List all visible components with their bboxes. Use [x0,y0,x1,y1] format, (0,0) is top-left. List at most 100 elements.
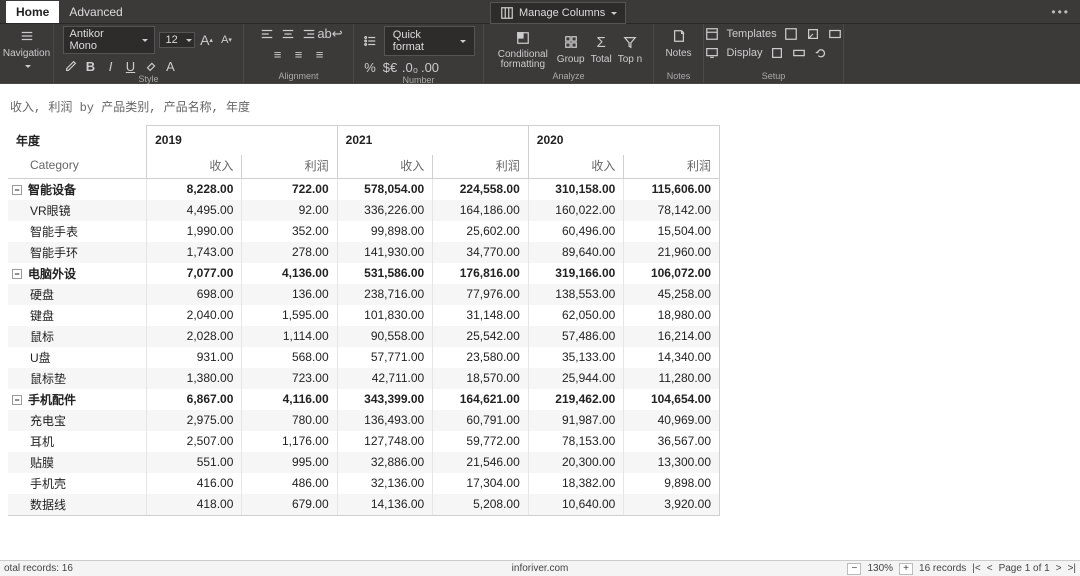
cell[interactable]: 18,382.00 [528,473,624,494]
refresh-icon[interactable] [813,45,829,61]
cell[interactable]: 780.00 [242,410,337,431]
cell[interactable]: 238,716.00 [337,284,433,305]
cell[interactable]: 1,595.00 [242,305,337,326]
valign-mid-icon[interactable]: ≡ [291,46,307,62]
cell[interactable]: 89,640.00 [528,242,624,263]
list-icon[interactable] [362,33,378,49]
table-row[interactable]: 硬盘698.00136.00238,716.0077,976.00138,553… [8,284,720,305]
cell[interactable]: 14,136.00 [337,494,433,516]
layout1-icon[interactable] [783,26,799,42]
italic-icon[interactable]: I [103,58,119,74]
wrap-text-icon[interactable]: ab↩ [322,26,338,42]
cell[interactable]: 176,816.00 [433,263,529,284]
cell[interactable]: 278.00 [242,242,337,263]
page-prev-button[interactable]: < [987,563,993,574]
templates-button[interactable]: Templates [726,28,776,40]
cell[interactable]: 160,022.00 [528,200,624,221]
cell[interactable]: 45,258.00 [624,284,720,305]
table-row[interactable]: 智能手表1,990.00352.0099,898.0025,602.0060,4… [8,221,720,242]
fill-color-icon[interactable] [143,58,159,74]
cell[interactable]: 1,114.00 [242,326,337,347]
cell[interactable]: 14,340.00 [624,347,720,368]
cell[interactable]: 115,606.00 [624,178,720,200]
cell[interactable]: 679.00 [242,494,337,516]
cell[interactable]: 310,158.00 [528,178,624,200]
cell[interactable]: 2,028.00 [147,326,242,347]
cell[interactable]: 36,567.00 [624,431,720,452]
more-menu[interactable]: ••• [1051,5,1070,19]
cell[interactable]: 21,546.00 [433,452,529,473]
manage-columns-button[interactable]: Manage Columns [490,2,626,24]
cell[interactable]: 136.00 [242,284,337,305]
cell[interactable]: 90,558.00 [337,326,433,347]
cell[interactable]: 336,226.00 [337,200,433,221]
font-select[interactable]: Antikor Mono [63,26,155,54]
cell[interactable]: 31,148.00 [433,305,529,326]
cell[interactable]: 4,495.00 [147,200,242,221]
valign-bot-icon[interactable]: ≡ [312,46,328,62]
layout2-icon[interactable] [805,26,821,42]
cell[interactable]: 578,054.00 [337,178,433,200]
notes-button[interactable]: Notes [665,26,691,59]
cell[interactable]: 60,791.00 [433,410,529,431]
cell[interactable]: 127,748.00 [337,431,433,452]
cell[interactable]: 23,580.00 [433,347,529,368]
cell[interactable]: 219,462.00 [528,389,624,410]
cell[interactable]: 343,399.00 [337,389,433,410]
cell[interactable]: 104,654.00 [624,389,720,410]
table-row[interactable]: 数据线418.00679.0014,136.005,208.0010,640.0… [8,494,720,516]
table-row[interactable]: 充电宝2,975.00780.00136,493.0060,791.0091,9… [8,410,720,431]
cell[interactable]: 723.00 [242,368,337,389]
underline-icon[interactable]: U [123,58,139,74]
cell[interactable]: 91,987.00 [528,410,624,431]
cell[interactable]: 1,743.00 [147,242,242,263]
align-right-icon[interactable] [301,26,317,42]
topn-button[interactable]: Top n [618,32,642,65]
cell[interactable]: 16,214.00 [624,326,720,347]
cell[interactable]: 4,136.00 [242,263,337,284]
cell[interactable]: 2,507.00 [147,431,242,452]
cell[interactable]: 32,136.00 [337,473,433,494]
display-button[interactable]: Display [726,47,762,59]
font-color-icon[interactable]: A [163,58,179,74]
table-row[interactable]: 贴膜551.00995.0032,886.0021,546.0020,300.0… [8,452,720,473]
cell[interactable]: 568.00 [242,347,337,368]
cell[interactable]: 18,980.00 [624,305,720,326]
fontsize-select[interactable]: 12 [159,32,195,48]
cell[interactable]: 698.00 [147,284,242,305]
decimal-inc-icon[interactable]: .00 [422,59,438,75]
cell[interactable]: 8,228.00 [147,178,242,200]
percent-icon[interactable]: % [362,59,378,75]
align-center-icon[interactable] [280,26,296,42]
cell[interactable]: 57,771.00 [337,347,433,368]
cell[interactable]: 15,504.00 [624,221,720,242]
page-last-button[interactable]: >| [1068,563,1076,574]
cell[interactable]: 416.00 [147,473,242,494]
cell[interactable]: 4,116.00 [242,389,337,410]
table-row[interactable]: −智能设备8,228.00722.00578,054.00224,558.003… [8,178,720,200]
cell[interactable]: 20,300.00 [528,452,624,473]
table-row[interactable]: −电脑外设7,077.004,136.00531,586.00176,816.0… [8,263,720,284]
cell[interactable]: 722.00 [242,178,337,200]
group-button[interactable]: Group [557,32,585,65]
cell[interactable]: 2,975.00 [147,410,242,431]
cell[interactable]: 9,898.00 [624,473,720,494]
align-left-icon[interactable] [259,26,275,42]
tab-advanced[interactable]: Advanced [59,1,132,23]
currency-icon[interactable]: $€ [382,59,398,75]
cell[interactable]: 164,186.00 [433,200,529,221]
cell[interactable]: 3,920.00 [624,494,720,516]
cell[interactable]: 1,380.00 [147,368,242,389]
cell[interactable]: 5,208.00 [433,494,529,516]
table-row[interactable]: 鼠标垫1,380.00723.0042,711.0018,570.0025,94… [8,368,720,389]
cell[interactable]: 99,898.00 [337,221,433,242]
decimal-dec-icon[interactable]: .0₀ [402,59,418,75]
cell[interactable]: 319,166.00 [528,263,624,284]
cell[interactable]: 6,867.00 [147,389,242,410]
opt1-icon[interactable] [769,45,785,61]
year-2020[interactable]: 2020 [528,126,719,155]
cell[interactable]: 106,072.00 [624,263,720,284]
table-row[interactable]: VR眼镜4,495.0092.00336,226.00164,186.00160… [8,200,720,221]
cell[interactable]: 531,586.00 [337,263,433,284]
cell[interactable]: 40,969.00 [624,410,720,431]
